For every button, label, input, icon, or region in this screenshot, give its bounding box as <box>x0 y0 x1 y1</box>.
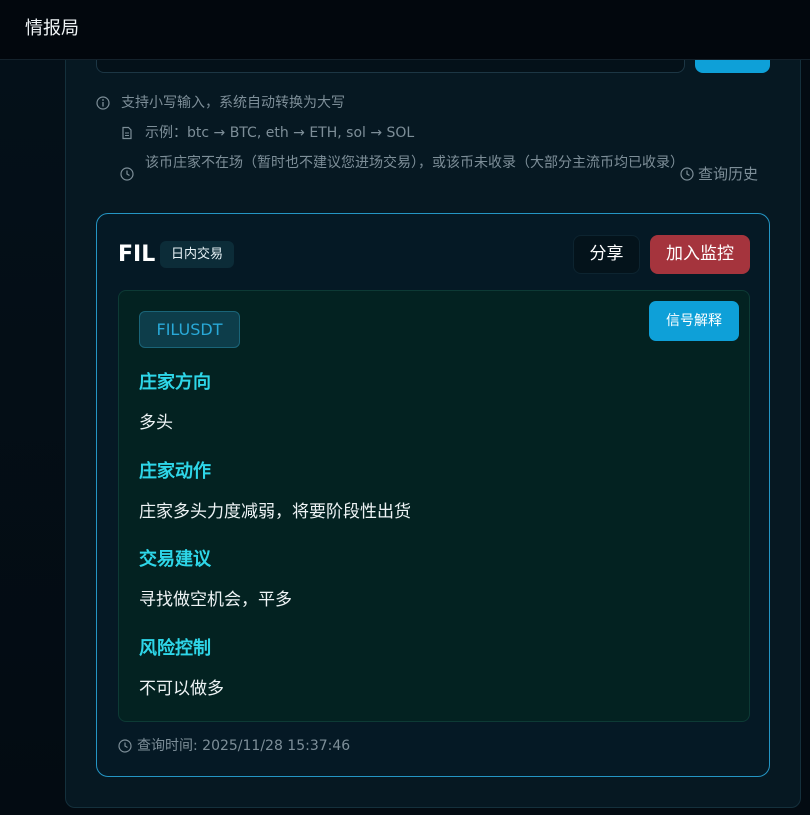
hint-uppercase-text: 支持小写输入，系统自动转换为大写 <box>121 95 345 111</box>
hint-example-text: 示例：btc → BTC, eth → ETH, sol → SOL <box>145 125 415 141</box>
app-title: 情报局 <box>25 18 79 39</box>
clock-icon <box>680 167 694 181</box>
query-history-label: 查询历史 <box>698 165 759 183</box>
section-heading-risk: 风险控制 <box>139 638 211 659</box>
signal-explain-button[interactable]: 信号解释 <box>649 301 739 341</box>
hint-uppercase: 支持小写输入，系统自动转换为大写 <box>96 93 496 113</box>
share-button[interactable]: 分享 <box>573 235 640 274</box>
hint-not-listed-text: 该币庄家不在场（暂时也不建议您进场交易），或该币未收录（大部分主流币均已收录） <box>145 155 684 171</box>
section-heading-advice: 交易建议 <box>139 549 211 570</box>
section-heading-action: 庄家动作 <box>139 461 211 482</box>
section-value-direction: 多头 <box>139 413 173 433</box>
clock-icon <box>118 739 132 753</box>
add-monitor-button[interactable]: 加入监控 <box>650 235 750 274</box>
coin-symbol: FIL <box>118 242 156 267</box>
trade-type-tag: 日内交易 <box>160 241 235 268</box>
trading-pair-badge: FILUSDT <box>139 311 240 348</box>
query-time-text: 查询时间: 2025/11/28 15:37:46 <box>137 738 351 754</box>
query-history-link[interactable]: 查询历史 <box>680 164 770 184</box>
result-card: FIL 日内交易 分享 加入监控 FILUSDT 信号解释 庄家方向 多头 庄家… <box>96 213 770 777</box>
info-icon <box>96 96 110 110</box>
section-value-action: 庄家多头力度减弱，将要阶段性出货 <box>139 502 411 522</box>
document-icon <box>122 126 132 140</box>
left-background <box>0 60 65 815</box>
section-value-advice: 寻找做空机会，平多 <box>139 590 292 610</box>
clock-icon <box>120 167 134 181</box>
section-heading-direction: 庄家方向 <box>139 372 211 393</box>
section-value-risk: 不可以做多 <box>139 679 224 699</box>
hint-example: 示例：btc → BTC, eth → ETH, sol → SOL <box>120 123 520 143</box>
top-bar: 情报局 <box>0 0 810 60</box>
signal-box: FILUSDT 信号解释 庄家方向 多头 庄家动作 庄家多头力度减弱，将要阶段性… <box>118 290 750 722</box>
hint-not-listed: 该币庄家不在场（暂时也不建议您进场交易），或该币未收录（大部分主流币均已收录） <box>120 153 684 195</box>
